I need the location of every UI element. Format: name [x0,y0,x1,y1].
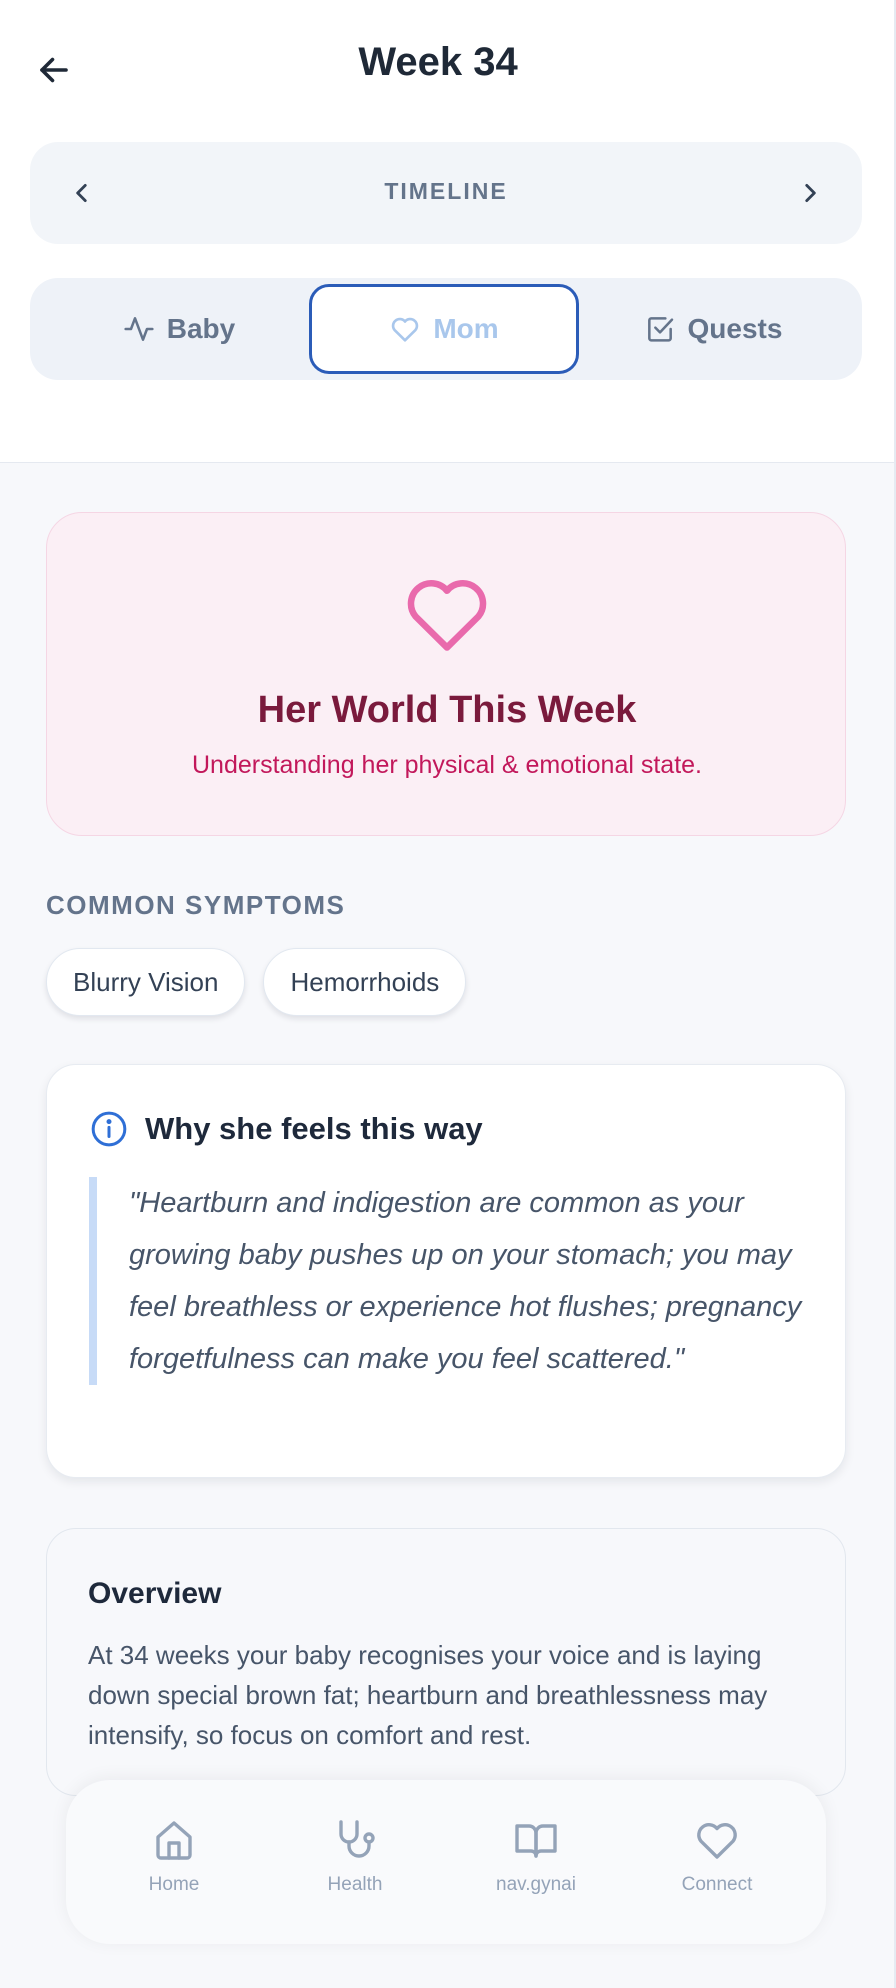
tab-quests-label: Quests [687,313,783,344]
section-tabs: Baby Mom Quests [30,278,862,380]
nav-item-home[interactable]: Home [99,1816,249,1896]
info-icon [91,1111,127,1147]
why-card: Why she feels this way "Heartburn and in… [46,1064,846,1478]
symptom-chip[interactable]: Blurry Vision [46,948,246,1016]
tab-mom[interactable]: Mom [309,284,579,374]
why-quote: "Heartburn and indigestion are common as… [89,1177,805,1385]
timeline-label: TIMELINE [384,178,508,204]
nav-item-gynai[interactable]: nav.gynai [461,1816,611,1896]
heart-icon [407,580,487,651]
overview-title: Overview [88,1577,222,1610]
checkbox-icon [647,317,673,342]
heart-icon [697,1823,737,1859]
nav-item-connect[interactable]: Connect [642,1816,792,1896]
why-header: Why she feels this way [89,1109,483,1149]
nav-health-label: Health [327,1874,383,1895]
book-icon [515,1824,557,1858]
symptoms-heading: COMMON SYMPTOMS [46,890,346,920]
nav-connect-label: Connect [681,1874,753,1895]
hero-subtitle: Understanding her physical & emotional s… [191,751,702,779]
tab-baby[interactable]: Baby [44,284,314,374]
nav-gynai-label: nav.gynai [496,1874,576,1895]
nav-item-health[interactable]: Health [280,1816,430,1896]
why-title: Why she feels this way [145,1111,483,1146]
nav-home-label: Home [148,1874,200,1895]
top-header: Week 34 TIMELINE Baby Mom Quests [0,0,896,463]
hero-title: Her World This Week [257,689,637,731]
heart-icon [392,317,419,342]
overview-text: At 34 weeks your baby recognises your vo… [88,1640,768,1750]
bottom-nav: Home Health nav.gynai Connect [66,1780,826,1944]
tab-quests[interactable]: Quests [578,284,848,374]
home-icon [156,1821,192,1860]
page-title: Week 34 [358,40,518,84]
timeline-next-button[interactable] [786,169,834,217]
stethoscope-icon [339,1820,375,1858]
chevron-right-icon [805,184,816,202]
tab-baby-label: Baby [166,313,236,344]
symptom-chips: Blurry Vision Hemorrhoids [46,948,467,1016]
timeline-bar: TIMELINE [30,142,862,244]
activity-icon [124,317,154,341]
overview-card: Overview At 34 weeks your baby recognise… [46,1528,846,1796]
symptom-chip[interactable]: Hemorrhoids [263,948,467,1016]
tab-mom-label: Mom [433,313,499,344]
hero-card: Her World This Week Understanding her ph… [46,512,846,836]
